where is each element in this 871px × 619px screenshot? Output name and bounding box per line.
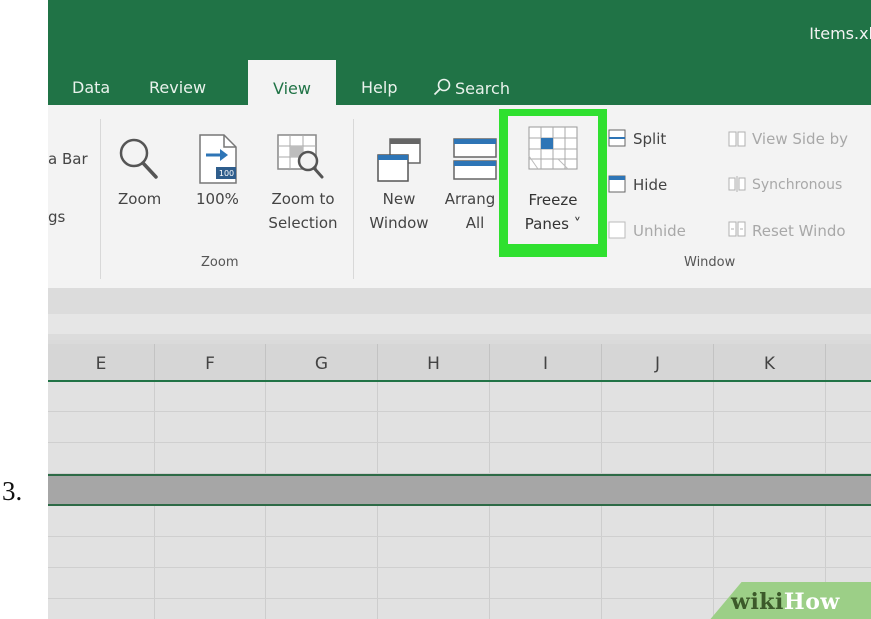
column-header-f[interactable]: F [155,344,266,380]
column-header-next[interactable] [826,344,871,380]
freeze-panes-button[interactable]: Freeze Panes ˅ [508,116,598,244]
wikihow-watermark: wikiHow [731,589,840,615]
reset-window-position-label: Reset Windo [752,222,846,240]
arrange-all-icon [453,138,497,180]
new-window-label-1: New [382,190,416,208]
zoom-to-selection-label-1: Zoom to [271,190,335,208]
split-icon [608,129,626,147]
search-label: Search [455,79,510,98]
unhide-icon [608,221,626,239]
excel-screenshot: Items.xl Data Review View Help Search a … [48,0,871,619]
synchronous-scrolling-label: Synchronous [752,177,843,193]
split-label: Split [633,130,667,148]
column-header-h[interactable]: H [378,344,490,380]
table-row[interactable] [48,506,871,537]
new-window-label-2: Window [369,214,429,232]
file-name: Items.xl [809,24,871,43]
zoom-100-label: 100% [196,190,239,208]
table-row[interactable] [48,537,871,568]
formula-bar-area [48,288,871,340]
freeze-panes-icon [528,126,578,170]
headings-label-cut[interactable]: gs [48,205,65,229]
zoom-magnifier-icon [119,138,158,179]
frozen-selected-row[interactable] [48,474,871,506]
hide-icon [608,175,626,193]
column-header-j[interactable]: J [602,344,714,380]
table-row[interactable] [48,382,871,412]
zoom-label: Zoom [118,190,162,208]
group-label-window: Window [684,255,736,270]
table-row[interactable] [48,412,871,443]
zoom-100-badge: 100 [218,169,235,178]
hide-label: Hide [633,176,668,194]
tab-view[interactable]: View [248,60,336,105]
title-bar: Items.xl [48,0,871,68]
column-header-k[interactable]: K [714,344,826,380]
watermark-part1: wiki [731,589,784,615]
table-row[interactable] [48,443,871,474]
separator [353,119,354,279]
view-side-by-side-label: View Side by [752,130,848,148]
column-headers: E F G H I J K [48,344,871,382]
search-box[interactable]: Search [433,78,510,98]
formula-bar-label-cut[interactable]: a Bar [48,147,88,171]
tab-review[interactable]: Review [149,78,206,97]
tab-data[interactable]: Data [72,78,110,97]
freeze-panes-label-2: Panes ˅ [524,215,582,233]
synchronous-scrolling-icon [728,176,746,192]
view-side-by-side-icon [728,131,746,147]
reset-window-position-icon [728,221,746,237]
unhide-label: Unhide [633,222,686,240]
group-label-zoom: Zoom [201,255,239,270]
zoom-to-selection-label-2: Selection [268,214,338,232]
column-header-g[interactable]: G [266,344,378,380]
freeze-panes-label-1: Freeze [528,191,578,209]
zoom-to-selection-icon [277,134,324,179]
search-icon [433,78,451,96]
new-window-icon [377,138,421,182]
separator [100,119,101,279]
ribbon-tabs: Data Review View Help Search [48,60,871,105]
arrange-all-label-1: Arrang [444,190,496,208]
step-number: 3. [2,476,23,506]
ribbon: a Bar gs Zoom 100 100% Zoom to Selection… [48,105,871,288]
watermark-part2: How [783,589,840,615]
column-header-e[interactable]: E [48,344,155,380]
formula-bar[interactable] [48,314,871,334]
column-header-i[interactable]: I [490,344,602,380]
tab-help[interactable]: Help [361,78,397,97]
